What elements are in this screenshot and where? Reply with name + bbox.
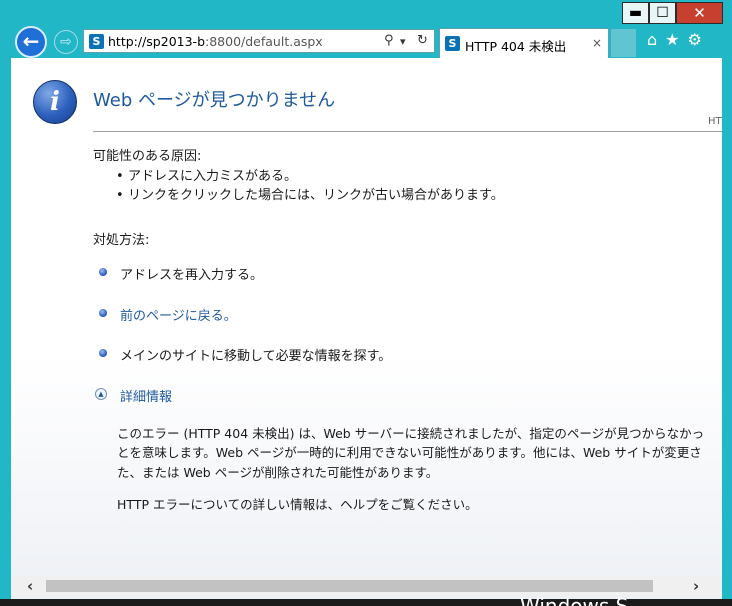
tab-http-404[interactable]: S HTTP 404 未検出 × — [439, 28, 609, 58]
browser-window: ▬ ☐ ✕ ← ⇨ S http://sp2013-b:8800/default… — [0, 0, 732, 606]
detail-line: た、または Web ページが削除された可能性があります。 — [117, 465, 439, 480]
causes-list: • アドレスに入力ミスがある。 • リンクをクリックした場合には、リンクが古い場合が… — [116, 165, 504, 203]
chevron-up-icon[interactable]: ▲ — [95, 388, 107, 400]
action-label[interactable]: 前のページに戻る。 — [120, 305, 237, 324]
maximize-icon: ☐ — [656, 5, 669, 21]
gear-icon[interactable]: ⚙ — [688, 31, 702, 49]
bullet-icon — [99, 268, 107, 276]
horizontal-scrollbar[interactable]: ‹ › — [11, 576, 722, 596]
list-item: • アドレスに入力ミスがある。 — [116, 169, 298, 184]
maximize-button[interactable]: ☐ — [649, 2, 676, 24]
url-host: http://sp2013-b — [108, 34, 205, 49]
close-button[interactable]: ✕ — [676, 2, 723, 24]
bullet-icon — [99, 349, 107, 357]
sharepoint-site-icon: S — [89, 34, 104, 49]
list-item: • リンクをクリックした場合には、リンクが古い場合があります。 — [116, 188, 504, 203]
tab-title: HTTP 404 未検出 — [465, 39, 567, 54]
back-button[interactable]: ← — [15, 26, 47, 58]
action-label: アドレスを再入力する。 — [120, 268, 264, 283]
toolbar-right-icons: ⌂ ★ ⚙ — [647, 31, 702, 49]
new-tab-button[interactable] — [611, 29, 636, 57]
address-url[interactable]: http://sp2013-b:8800/default.aspx — [108, 34, 323, 49]
scroll-left-icon[interactable]: ‹ — [27, 577, 33, 595]
divider — [93, 131, 722, 132]
bullet-icon — [99, 309, 107, 317]
minimize-icon: ▬ — [628, 5, 643, 21]
tab-close-icon[interactable]: × — [592, 36, 602, 50]
search-icon[interactable]: ⚲ — [384, 33, 394, 48]
page-content: i Web ページが見つかりません HTT 可能性のある原因: •アドレスに入力… — [11, 58, 722, 599]
chevron-down-icon[interactable]: ▾ — [400, 35, 406, 48]
favorites-star-icon[interactable]: ★ — [665, 31, 679, 49]
page-title: Web ページが見つかりません — [93, 90, 336, 111]
more-info-label[interactable]: 詳細情報 — [120, 386, 172, 405]
refresh-icon[interactable]: ↻ — [417, 33, 428, 48]
action-label: メインのサイトに移動して必要な情報を探す。 — [120, 349, 392, 364]
actions-heading: 対処方法: — [93, 233, 150, 248]
detail-line: とを意味します。Web ページが一時的に利用できない可能性があります。他には、W… — [117, 445, 702, 460]
detail-help-line: HTTP エラーについての詳しい情報は、ヘルプをご覧ください。 — [117, 497, 478, 512]
windows-watermark: Windows S — [520, 596, 628, 606]
detail-line: このエラー (HTTP 404 未検出) は、Web サーバーに接続されましたが… — [117, 426, 705, 441]
forward-button[interactable]: ⇨ — [54, 30, 78, 54]
truncated-http-text: HTT — [708, 116, 722, 127]
sharepoint-tab-icon: S — [445, 36, 460, 51]
browser-toolbar: ← ⇨ S http://sp2013-b:8800/default.aspx … — [0, 24, 732, 58]
minimize-button[interactable]: ▬ — [622, 2, 649, 24]
forward-arrow-icon: ⇨ — [60, 34, 72, 50]
address-bar[interactable]: S http://sp2013-b:8800/default.aspx ⚲ ▾ … — [83, 29, 435, 53]
back-arrow-icon: ← — [22, 29, 40, 53]
info-icon: i — [33, 80, 77, 124]
causes-heading: 可能性のある原因: — [93, 149, 202, 164]
url-path: :8800/default.aspx — [205, 34, 323, 49]
close-icon: ✕ — [693, 3, 706, 22]
home-icon[interactable]: ⌂ — [647, 31, 657, 49]
scrollbar-thumb[interactable] — [46, 580, 653, 592]
scroll-right-icon[interactable]: › — [693, 577, 699, 595]
